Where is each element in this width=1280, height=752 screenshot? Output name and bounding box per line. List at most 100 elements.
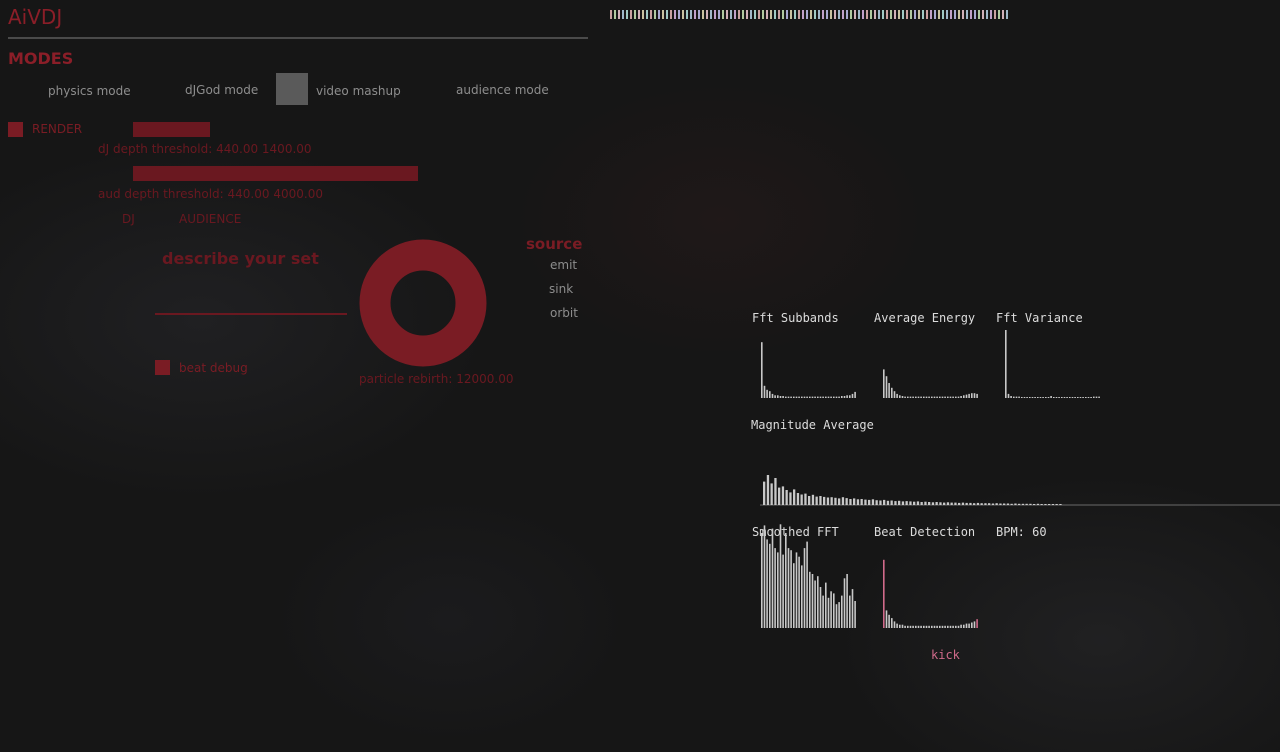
palette-swatch xyxy=(678,10,680,19)
aud-depth-slider[interactable] xyxy=(133,166,418,181)
palette-swatch xyxy=(634,10,636,19)
palette-swatch xyxy=(630,10,632,19)
palette-swatch xyxy=(942,10,944,19)
palette-swatch xyxy=(622,10,624,19)
source-sink[interactable]: sink xyxy=(549,282,573,296)
palette-swatch xyxy=(670,10,672,19)
dj-depth-label: dJ depth threshold: xyxy=(98,142,213,156)
palette-swatch xyxy=(798,10,800,19)
audience-mode-button[interactable]: audience mode xyxy=(456,83,549,97)
beat-debug-toggle[interactable] xyxy=(155,360,170,375)
fft-subbands-label: Fft Subbands xyxy=(752,311,839,325)
particle-rebirth-label: particle rebirth: xyxy=(359,372,453,386)
palette-swatch xyxy=(710,10,712,19)
palette-swatch xyxy=(914,10,916,19)
palette-swatch xyxy=(658,10,660,19)
palette-swatch xyxy=(954,10,956,19)
palette-swatch xyxy=(902,10,904,19)
palette-swatch xyxy=(694,10,696,19)
palette-swatch xyxy=(786,10,788,19)
palette-swatch xyxy=(950,10,952,19)
palette-swatch xyxy=(778,10,780,19)
video-mashup-button[interactable]: video mashup xyxy=(316,84,401,98)
palette-swatch xyxy=(830,10,832,19)
palette-swatch xyxy=(998,10,1000,19)
palette-swatch xyxy=(774,10,776,19)
palette-swatch xyxy=(842,10,844,19)
palette-swatch xyxy=(666,10,668,19)
palette-swatch xyxy=(834,10,836,19)
dj-depth-value: 440.00 1400.00 xyxy=(216,142,312,156)
palette-swatch xyxy=(850,10,852,19)
palette-swatch xyxy=(862,10,864,19)
palette-swatch xyxy=(746,10,748,19)
render-toggle[interactable] xyxy=(8,122,23,137)
palette-swatch xyxy=(674,10,676,19)
palette-swatch xyxy=(818,10,820,19)
palette-swatch xyxy=(770,10,772,19)
palette-swatch xyxy=(886,10,888,19)
source-header: source xyxy=(526,235,583,253)
palette-swatch xyxy=(826,10,828,19)
djgod-mode-button[interactable]: dJGod mode xyxy=(185,83,258,97)
palette-swatch xyxy=(930,10,932,19)
video-mashup-toggle[interactable] xyxy=(276,73,308,105)
palette-swatch xyxy=(730,10,732,19)
palette-swatch xyxy=(766,10,768,19)
palette-swatch xyxy=(686,10,688,19)
palette-swatch xyxy=(642,10,644,19)
palette-swatch xyxy=(718,10,720,19)
palette-swatch xyxy=(810,10,812,19)
dj-depth-slider[interactable] xyxy=(133,122,210,137)
palette-swatch xyxy=(990,10,992,19)
palette-swatch xyxy=(1002,10,1004,19)
palette-swatch xyxy=(838,10,840,19)
palette-swatch xyxy=(934,10,936,19)
palette-swatch xyxy=(758,10,760,19)
tab-audience[interactable]: AUDIENCE xyxy=(179,212,241,226)
source-orbit[interactable]: orbit xyxy=(550,306,578,320)
palette-swatch xyxy=(782,10,784,19)
average-energy-label: Average Energy xyxy=(874,311,976,325)
palette-swatch xyxy=(994,10,996,19)
palette-swatch xyxy=(874,10,876,19)
palette-swatch xyxy=(922,10,924,19)
palette-swatch xyxy=(682,10,684,19)
palette-swatch xyxy=(878,10,880,19)
beat-debug-label: beat debug xyxy=(179,361,248,375)
particle-rebirth-value: 12000.00 xyxy=(456,372,514,386)
palette-swatch xyxy=(794,10,796,19)
palette-swatch xyxy=(910,10,912,19)
palette-swatch xyxy=(626,10,628,19)
bpm-readout: BPM: 60 xyxy=(996,525,1047,539)
tab-dj[interactable]: DJ xyxy=(122,212,135,226)
palette-swatch xyxy=(898,10,900,19)
palette-swatch xyxy=(618,10,620,19)
palette-swatch xyxy=(962,10,964,19)
canvas-background xyxy=(0,0,1280,752)
render-label: RENDER xyxy=(32,122,83,136)
palette-swatch xyxy=(938,10,940,19)
palette-swatch xyxy=(654,10,656,19)
modes-header: MODES xyxy=(8,49,74,68)
dj-depth-readout: dJ depth threshold: 440.00 1400.00 xyxy=(98,142,312,156)
palette-swatch xyxy=(646,10,648,19)
palette-swatch xyxy=(750,10,752,19)
palette-swatch xyxy=(702,10,704,19)
palette-swatch xyxy=(978,10,980,19)
aud-depth-value: 440.00 4000.00 xyxy=(227,187,323,201)
aud-depth-readout: aud depth threshold: 440.00 4000.00 xyxy=(98,187,323,201)
palette-swatch xyxy=(1006,10,1008,19)
describe-set-underline xyxy=(155,313,347,315)
palette-swatch xyxy=(966,10,968,19)
magnitude-average-label: Magnitude Average xyxy=(751,418,874,432)
physics-mode-button[interactable]: physics mode xyxy=(48,84,131,98)
palette-swatch xyxy=(614,10,616,19)
palette-swatch xyxy=(906,10,908,19)
describe-set-input[interactable] xyxy=(155,280,347,312)
source-emit[interactable]: emit xyxy=(550,258,577,272)
palette-swatch xyxy=(698,10,700,19)
palette-swatch xyxy=(738,10,740,19)
palette-swatch xyxy=(918,10,920,19)
palette-swatch xyxy=(822,10,824,19)
